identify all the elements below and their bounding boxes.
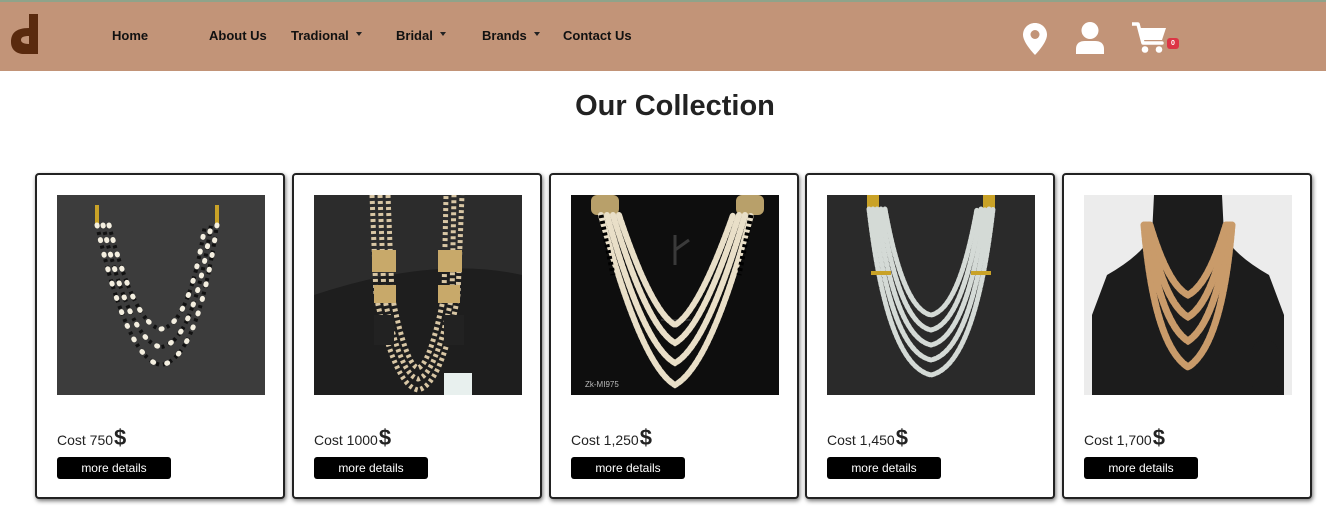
cart-icon[interactable]	[1132, 22, 1168, 54]
product-card: Zk-MI975 Cost 1,250 $ more details	[549, 173, 799, 499]
more-details-button[interactable]: more details	[571, 457, 685, 479]
product-cost: Cost 1000 $	[314, 425, 391, 451]
top-navbar: Home About Us Tradional Bridal Brands Co…	[0, 0, 1326, 71]
nav-contact-us-label: Contact Us	[563, 28, 632, 43]
dollar-icon: $	[378, 425, 392, 450]
product-card: Cost 750 $ more details	[35, 173, 285, 499]
product-image[interactable]	[314, 195, 522, 395]
caret-down-icon	[533, 31, 540, 36]
dollar-icon: $	[639, 425, 652, 450]
product-image[interactable]	[1084, 195, 1292, 395]
nav-tradional-label: Tradional	[291, 28, 349, 43]
product-cost-label: Cost 1,700	[1084, 432, 1152, 448]
more-details-button[interactable]: more details	[1084, 457, 1198, 479]
nav-bridal-label: Bridal	[396, 28, 433, 43]
user-icon[interactable]	[1076, 22, 1104, 54]
dollar-icon: $	[895, 425, 908, 450]
product-card: Cost 1,450 $ more details	[805, 173, 1055, 499]
dollar-icon: $	[114, 425, 127, 450]
product-cost: Cost 1,450 $	[827, 425, 908, 451]
nav-home[interactable]: Home	[112, 28, 148, 43]
product-image[interactable]	[57, 195, 265, 395]
nav-tradional-dropdown[interactable]: Tradional	[291, 28, 362, 43]
nav-brands-dropdown[interactable]: Brands	[482, 28, 540, 43]
more-details-button[interactable]: more details	[57, 457, 171, 479]
nav-contact-us[interactable]: Contact Us	[563, 28, 632, 43]
product-image[interactable]	[827, 195, 1035, 395]
more-details-button[interactable]: more details	[314, 457, 428, 479]
product-cost: Cost 750 $	[57, 425, 126, 451]
dollar-icon: $	[1152, 425, 1165, 450]
caret-down-icon	[355, 31, 362, 36]
product-cost-label: Cost 1,450	[827, 432, 895, 448]
cart-count-badge: 0	[1167, 38, 1179, 49]
product-cost-label: Cost 750	[57, 432, 114, 448]
more-details-button[interactable]: more details	[827, 457, 941, 479]
product-cost-label: Cost 1,250	[571, 432, 639, 448]
nav-about-us-label: About Us	[209, 28, 267, 43]
caret-down-icon	[439, 31, 446, 36]
product-card: Cost 1,700 $ more details	[1062, 173, 1312, 499]
product-cost-label: Cost 1000	[314, 432, 378, 448]
product-card: Cost 1000 $ more details	[292, 173, 542, 499]
product-cost: Cost 1,700 $	[1084, 425, 1165, 451]
nav-about-us[interactable]: About Us	[209, 28, 267, 43]
nav-home-label: Home	[112, 28, 149, 43]
nav-brands-label: Brands	[482, 28, 527, 43]
nav-bridal-dropdown[interactable]: Bridal	[396, 28, 446, 43]
product-cost: Cost 1,250 $	[571, 425, 652, 451]
product-image[interactable]: Zk-MI975	[571, 195, 779, 395]
page-title: Our Collection	[575, 90, 775, 122]
brand-logo-icon[interactable]	[9, 14, 43, 56]
product-image-code: Zk-MI975	[585, 380, 619, 389]
location-icon[interactable]	[1023, 23, 1047, 55]
